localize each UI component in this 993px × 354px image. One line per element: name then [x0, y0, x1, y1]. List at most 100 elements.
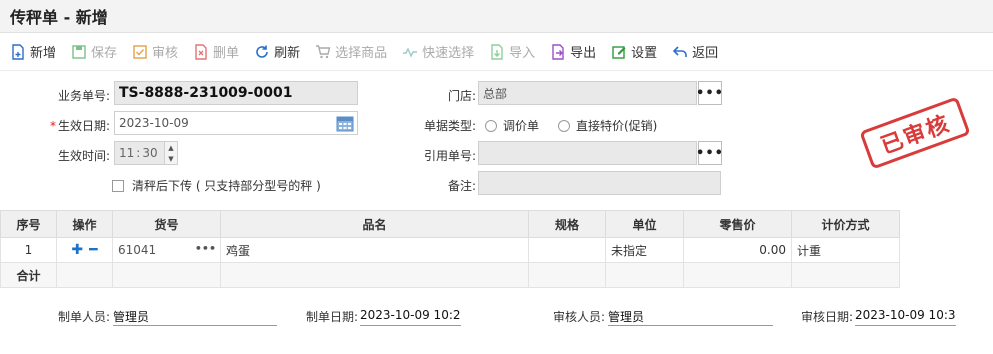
new-button[interactable]: 新增	[10, 42, 56, 61]
header-code: 货号	[112, 210, 221, 238]
cell-name: 鸡蛋	[220, 237, 529, 263]
effective-date-field[interactable]: 2023-10-09	[114, 111, 358, 135]
refresh-icon	[256, 45, 268, 58]
order-no-field[interactable]: TS-8888-231009-0001	[114, 81, 358, 105]
calendar-icon[interactable]	[336, 115, 354, 132]
total-cell	[605, 262, 684, 288]
store-field[interactable]: 总部	[478, 81, 697, 105]
footer-info: 制单人员: 管理员 制单日期: 2023-10-09 10:28 审核人员: 管…	[0, 300, 993, 330]
export-label: 导出	[570, 46, 597, 61]
items-table: 序号 操作 货号 品名 规格 单位 零售价 计价方式 1 ✚ ━ 61041 ••…	[0, 210, 900, 288]
audit-button[interactable]: 审核	[132, 42, 178, 61]
checkbox-box[interactable]	[112, 179, 124, 192]
effective-date-label: * 生效日期:	[49, 119, 110, 133]
delete-label: 删单	[213, 46, 240, 61]
remove-row-icon[interactable]: ━	[89, 242, 97, 258]
cell-code[interactable]: 61041 •••	[112, 237, 221, 263]
ref-picker-button[interactable]: •••	[696, 141, 724, 165]
cell-seq: 1	[0, 237, 57, 263]
spin-up-icon[interactable]: ▲	[168, 144, 173, 152]
refresh-button[interactable]: 刷新	[254, 42, 300, 61]
code-picker-ellipsis-icon[interactable]: •••	[195, 242, 216, 255]
effective-time-field[interactable]: 11 : 30	[114, 141, 166, 165]
total-cell	[56, 262, 113, 288]
minute-value: 30	[142, 146, 158, 160]
save-label: 保存	[91, 46, 118, 61]
total-cell	[220, 262, 529, 288]
spin-down-icon[interactable]: ▼	[168, 155, 173, 163]
import-label: 导入	[509, 46, 536, 61]
effective-date-value: 2023-10-09	[119, 116, 189, 130]
save-icon	[72, 44, 86, 59]
audit-label: 审核	[152, 46, 179, 61]
store-picker-button[interactable]: •••	[696, 81, 724, 105]
ref-no-field[interactable]	[478, 141, 697, 165]
clear-scale-label: 清秤后下传 ( 只支持部分型号的秤 )	[132, 179, 321, 193]
cell-unit: 未指定	[605, 237, 684, 263]
header-spec: 规格	[528, 210, 606, 238]
ellipsis-icon: •••	[696, 85, 724, 101]
total-cell	[112, 262, 221, 288]
total-cell	[683, 262, 792, 288]
export-button[interactable]: 导出	[550, 42, 596, 61]
add-row-icon[interactable]: ✚	[71, 242, 83, 258]
effective-time-label: 生效时间:	[57, 149, 110, 163]
hour-value: 11	[119, 146, 135, 160]
back-label: 返回	[692, 46, 719, 61]
header-price: 零售价	[683, 210, 792, 238]
remark-label: 备注:	[447, 179, 476, 193]
pulse-icon	[403, 46, 418, 58]
import-button[interactable]: 导入	[489, 42, 535, 61]
settings-button[interactable]: 设置	[611, 42, 657, 61]
delete-doc-icon	[195, 43, 207, 60]
title-bar: 传秤单 - 新增	[0, 0, 993, 33]
auditor-label: 审核人员:	[553, 310, 606, 324]
delete-button[interactable]: 删单	[193, 42, 239, 61]
time-spinner[interactable]: ▲ ▼	[164, 141, 178, 165]
quick-select-button[interactable]: 快速选择	[402, 42, 474, 61]
audit-icon	[133, 44, 147, 59]
radio-circle[interactable]	[558, 119, 570, 132]
new-doc-icon	[12, 43, 24, 60]
refresh-label: 刷新	[274, 46, 301, 61]
import-icon	[491, 43, 503, 60]
radio-price-adjust-label: 调价单	[503, 119, 540, 133]
maker-value: 管理员	[113, 304, 277, 326]
cell-actions: ✚ ━	[56, 237, 113, 263]
table-total-row: 合计	[0, 262, 900, 288]
radio-direct-special-label: 直接特价(促销)	[576, 119, 658, 133]
quick-select-label: 快速选择	[422, 46, 475, 61]
table-row[interactable]: 1 ✚ ━ 61041 ••• 鸡蛋 未指定 0.00 计重	[0, 237, 900, 263]
ref-no-label: 引用单号:	[423, 149, 476, 163]
store-label: 门店:	[447, 89, 476, 103]
total-cell	[791, 262, 900, 288]
cell-pricing: 计重	[791, 237, 900, 263]
total-cell	[528, 262, 606, 288]
audit-date-label: 审核日期:	[801, 310, 854, 324]
radio-price-adjust[interactable]: 调价单	[485, 117, 539, 134]
maker-label: 制单人员:	[58, 310, 111, 324]
header-unit: 单位	[605, 210, 684, 238]
back-button[interactable]: 返回	[672, 42, 718, 61]
settings-label: 设置	[631, 46, 658, 61]
new-label: 新增	[30, 46, 57, 61]
make-date-label: 制单日期:	[306, 310, 359, 324]
time-separator: :	[136, 146, 141, 160]
back-arrow-icon	[673, 45, 687, 57]
select-goods-button[interactable]: 选择商品	[315, 42, 387, 61]
remark-field[interactable]	[478, 171, 721, 195]
export-icon	[552, 43, 564, 60]
toolbar: 新增 保存 审核 删单 刷新 选择商品 快速选择 导入 导出 设置 返回	[0, 33, 993, 71]
table-header-row: 序号 操作 货号 品名 规格 单位 零售价 计价方式	[0, 210, 900, 238]
cart-icon	[316, 44, 331, 58]
header-pricing: 计价方式	[791, 210, 900, 238]
ellipsis-icon: •••	[696, 145, 724, 161]
radio-circle[interactable]	[485, 119, 497, 132]
header-action: 操作	[56, 210, 113, 238]
save-button[interactable]: 保存	[71, 42, 117, 61]
form-area: 业务单号: TS-8888-231009-0001 * 生效日期: 2023-10…	[0, 71, 993, 199]
total-label: 合计	[0, 262, 57, 288]
header-name: 品名	[220, 210, 529, 238]
clear-scale-checkbox[interactable]: 清秤后下传 ( 只支持部分型号的秤 )	[112, 177, 321, 194]
radio-direct-special[interactable]: 直接特价(促销)	[558, 117, 657, 134]
